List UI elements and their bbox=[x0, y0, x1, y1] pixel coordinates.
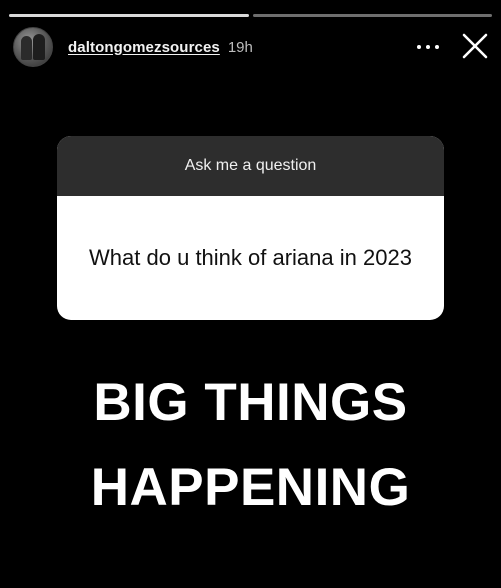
avatar-figure bbox=[21, 36, 32, 60]
story-progress-segment-viewed bbox=[9, 14, 249, 17]
question-sticker[interactable]: Ask me a question What do u think of ari… bbox=[57, 136, 444, 320]
answer-line-2: HAPPENING bbox=[90, 458, 411, 517]
story-progress-segment-current bbox=[253, 14, 492, 17]
story-timestamp: 19h bbox=[227, 38, 253, 56]
dot bbox=[426, 45, 430, 49]
answer-line-1: BIG THINGS bbox=[93, 373, 408, 432]
story-header: daltongomezsources 19h bbox=[13, 26, 489, 68]
avatar[interactable] bbox=[13, 27, 53, 67]
username-link[interactable]: daltongomezsources bbox=[68, 39, 220, 56]
dot bbox=[435, 45, 439, 49]
question-sticker-title: Ask me a question bbox=[57, 136, 444, 196]
avatar-figure bbox=[33, 34, 45, 60]
question-sticker-question: What do u think of ariana in 2023 bbox=[89, 245, 412, 270]
close-icon[interactable] bbox=[461, 32, 489, 60]
story-answer-text: BIG THINGS HAPPENING bbox=[0, 360, 501, 530]
more-horizontal-icon[interactable] bbox=[417, 38, 439, 56]
dot bbox=[417, 45, 421, 49]
